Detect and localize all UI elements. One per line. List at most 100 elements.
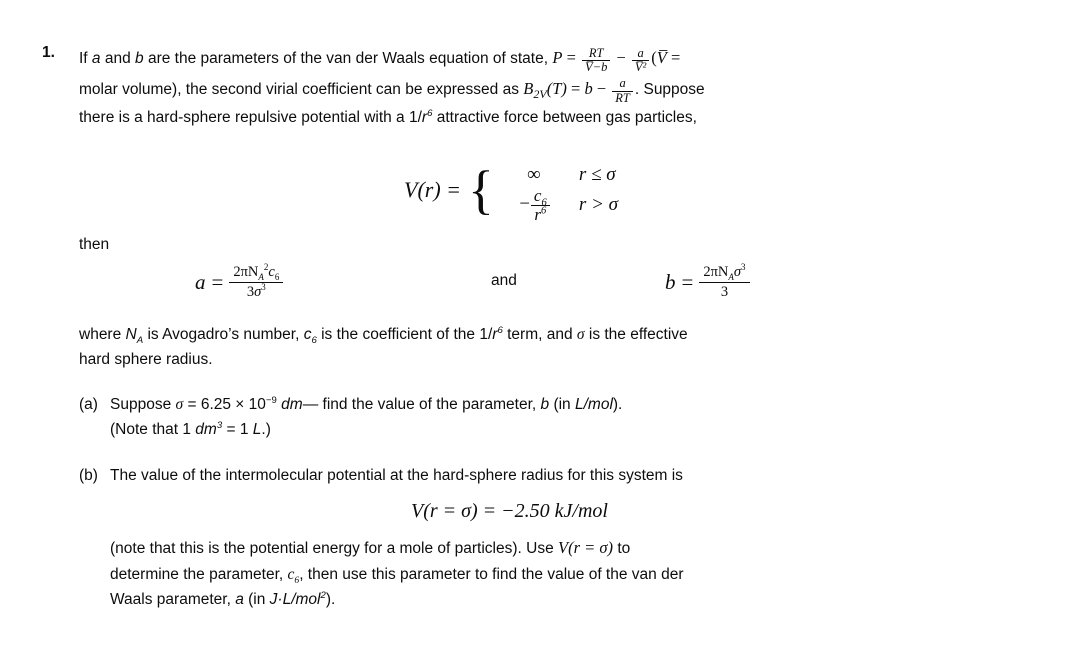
numerator-prefix: 2πN [703, 264, 729, 280]
equation-B2V-subscript: 2V [533, 86, 547, 101]
part-b-display-equation: V(r = σ) = −2.50 kJ/mol [411, 500, 608, 523]
equation-b-fraction: 2πNAσ3 3 [699, 262, 750, 301]
line2-segment-1: molar volume), the second virial coeffic… [79, 80, 524, 98]
where-line-2: hard sphere radius. [79, 351, 213, 369]
var-a-inline: a [235, 591, 244, 609]
sigma-symbol: σ [175, 396, 184, 413]
fraction-numerator: c6 [530, 186, 550, 208]
part-b-segment-2: (note that this is the potential energy … [110, 540, 559, 558]
numerator-sigma: σ [733, 264, 742, 280]
unit-J-L-per-mol: J·L/mol [269, 591, 321, 609]
document-page: 1. If a and b are the parameters of the … [0, 0, 1072, 661]
unit-dm: dm [276, 396, 303, 413]
equation-P-lhs: P [552, 48, 563, 67]
note-segment-1: (Note that 1 [110, 421, 196, 439]
part-a-segment-3: — find the value of the parameter, [302, 396, 541, 413]
line3-segment-2: attractive force between gas particles, [432, 109, 697, 127]
numerator-c-subscript: 6 [274, 271, 280, 282]
part-b-segment-1: The value of the intermolecular potentia… [110, 467, 683, 484]
part-b-segment-5: , then use this parameter to find the va… [299, 565, 684, 583]
then-label: then [79, 236, 110, 253]
where-segment-4: term, and [502, 326, 577, 343]
piecewise-value-c6-over-r6: − c6 r6 [497, 186, 571, 224]
fraction-numerator: 2πNAσ3 [699, 262, 750, 284]
piecewise-condition-1: r ≤ σ [578, 164, 616, 185]
where-segment-5: is the effective [584, 326, 688, 343]
part-b-segment-6: Waals parameter, [110, 591, 236, 609]
problem-statement: If a and b are the parameters of the van… [79, 44, 1042, 131]
fraction-RT-over-Vbar-minus-b: RT V̅−b [582, 46, 611, 75]
fraction-numerator: a [631, 46, 650, 62]
part-a: (a) Suppose σ = 6.25 × 10−9 dm— find the… [79, 392, 1029, 443]
problem-number: 1. [42, 44, 55, 61]
piecewise-condition-2: r > σ [578, 194, 619, 215]
equation-a-fraction: 2πNA2c6 3σ3 [229, 263, 284, 301]
equation-b-lhs: b [665, 270, 676, 295]
numerator-superscript-3: 3 [741, 262, 746, 273]
line2-segment-2: Suppose [639, 80, 705, 98]
fraction-denominator: r6 [531, 204, 549, 224]
superscript-6: 6 [541, 204, 547, 216]
and-label: and [491, 272, 517, 289]
problem-1: 1. If a and b are the parameters of the … [42, 44, 1042, 131]
part-a-segment-5: ). [612, 396, 623, 413]
piecewise-value-infinity: ∞ [527, 164, 541, 185]
var-b-inline: b [540, 396, 550, 413]
piecewise-potential-equation: V(r) = { ∞ r ≤ σ − c6 r6 r > σ [404, 159, 619, 223]
r-symbol: r [534, 204, 541, 224]
fraction-numerator: RT [582, 46, 611, 62]
trailing-equals: = [666, 48, 681, 67]
sigma-symbol: σ [576, 326, 585, 343]
minus-operator-2: − [592, 78, 611, 98]
fraction-a-over-Vbar-squared: a V̅² [631, 46, 650, 75]
part-b-label: (b) [79, 467, 98, 484]
note-unit-dm: dm [195, 421, 217, 439]
fraction-numerator: 2πNA2c6 [229, 263, 284, 284]
equation-a: a = 2πNA2c6 3σ3 [195, 263, 284, 301]
intro-segment-1: If [79, 50, 92, 67]
denominator-superscript-3: 3 [261, 282, 266, 293]
fraction-numerator: a [612, 77, 633, 92]
where-segment-2: is Avogadro’s number, [143, 326, 304, 343]
equation-a-equals: = [211, 270, 224, 295]
unit-L-per-mol: L/mol [574, 396, 613, 413]
where-segment-1: where [79, 326, 126, 343]
equation-b-equals: = [681, 270, 694, 295]
var-a-inline: a [91, 50, 101, 67]
left-curly-brace: { [468, 159, 494, 220]
part-b-segment-3: to [613, 540, 631, 558]
part-b-segment-7: (in [243, 591, 270, 609]
part-a-segment-4: (in [549, 396, 575, 413]
part-a-note: (Note that 1 dm3 = 1 L.) [110, 417, 1029, 442]
where-segment-3: is the coefficient of the 1/ [316, 326, 493, 343]
fraction-denominator: 3 [720, 284, 729, 301]
note-segment-3: .) [261, 421, 271, 439]
equation-B2V-lhs: B [523, 78, 534, 98]
piecewise-row-2: − c6 r6 r > σ [497, 186, 619, 223]
part-a-label: (a) [79, 396, 98, 413]
minus-sign: − [518, 193, 531, 215]
Vbar-symbol: V̅ [656, 48, 667, 67]
part-b-segment-4: determine the parameter, [110, 565, 288, 583]
var-b-inline: b [135, 50, 144, 67]
note-segment-2: = 1 [222, 421, 253, 439]
piecewise-rows: ∞ r ≤ σ − c6 r6 r > σ [497, 160, 619, 223]
part-b: (b) The value of the intermolecular pote… [79, 463, 1029, 612]
intro-segment-3: are the parameters of the van der Waals … [143, 50, 553, 67]
equation-B2V-b: b [584, 78, 593, 98]
fraction-denominator: V̅−b [585, 60, 608, 75]
part-a-text: Suppose σ = 6.25 × 10−9 dm— find the val… [110, 392, 1029, 443]
equation-b: b = 2πNAσ3 3 [665, 262, 750, 301]
numerator-prefix: 2πN [233, 264, 259, 280]
equation-P-equals: = [562, 48, 580, 67]
equation-B2V-argument: (T) [546, 78, 567, 98]
part-a-segment-1: Suppose [110, 396, 176, 413]
fraction-c6-over-r6: c6 r6 [530, 186, 550, 224]
fraction-denominator: RT [615, 90, 630, 105]
piecewise-row-1: ∞ r ≤ σ [497, 160, 618, 190]
potential-function-lhs: V(r) = [404, 177, 461, 202]
line3-segment-1: there is a hard-sphere repulsive potenti… [79, 109, 422, 127]
definitions-paragraph: where NA is Avogadro’s number, c6 is the… [79, 322, 1039, 373]
equation-B2V-equals: = [566, 78, 585, 98]
part-b-text: The value of the intermolecular potentia… [110, 463, 1029, 612]
